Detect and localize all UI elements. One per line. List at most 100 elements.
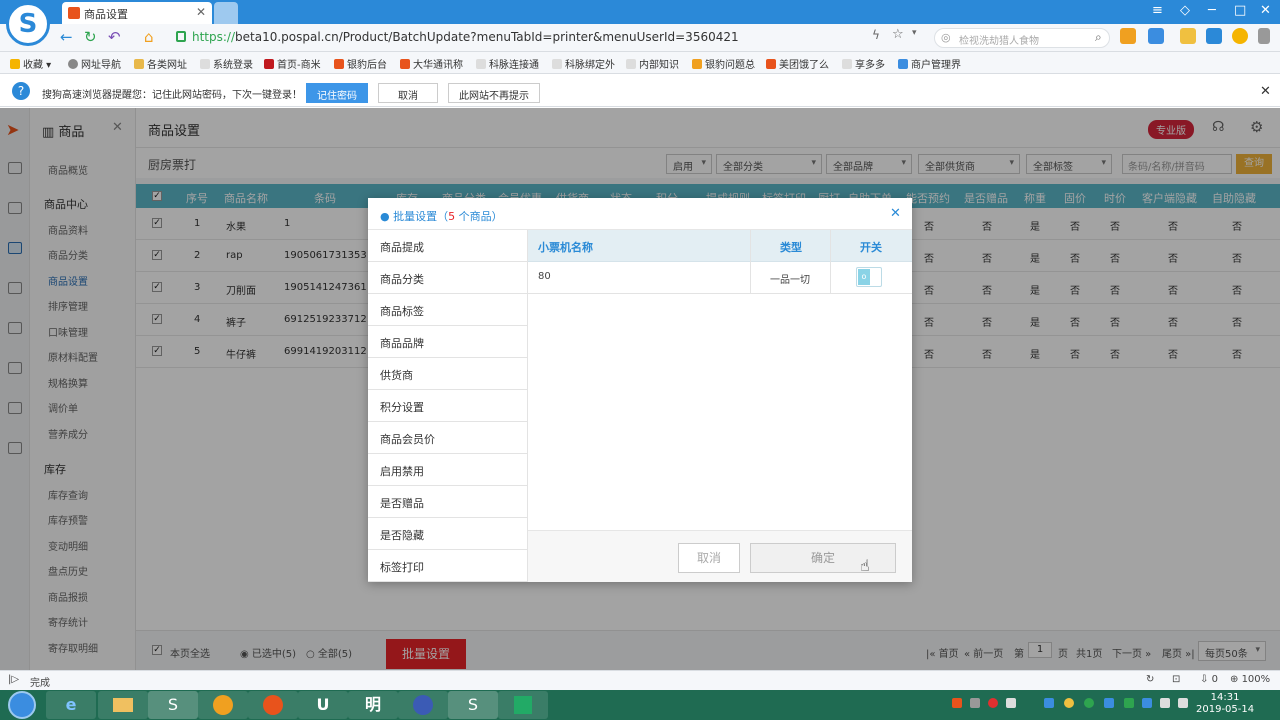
download-count: 0 [1211,674,1218,685]
bookmark-item[interactable]: 首页-商米 [264,56,321,71]
printer-switch-toggle[interactable]: o [856,267,882,287]
dialog-nav-points[interactable]: 积分设置 [368,390,528,422]
sidebar-toggle-icon[interactable]: |▷ [8,674,19,685]
network-tray-icon[interactable] [1178,698,1188,708]
remember-password-button[interactable]: 记住密码 [306,83,368,103]
nav-label: 是否隐藏 [380,529,424,542]
browser-tab-product-settings[interactable]: 商品设置 ✕ [62,2,212,24]
bookmark-item[interactable]: 科脉连接通 [476,56,539,71]
dialog-nav-commission[interactable]: 商品提成 [368,230,528,262]
bookmark-item[interactable]: 系统登录 [200,56,253,71]
bookmark-item[interactable]: 内部知识 [626,56,679,71]
app-tray-icon[interactable] [1064,698,1074,708]
undo-icon[interactable]: ↶ [108,28,121,46]
bookmark-item[interactable]: 网址导航 [68,56,121,71]
app-tray-icon[interactable] [1142,698,1152,708]
app-tray-icon[interactable] [1104,698,1114,708]
firefox-icon [263,695,283,715]
sogou-taskbar-icon-2[interactable]: S [448,691,498,719]
tab-close-icon[interactable]: ✕ [196,5,206,19]
nav-label: 标签打印 [380,561,424,574]
bookmark-item[interactable]: 科脉绑定外 [552,56,615,71]
ime-tray-icon[interactable] [970,698,980,708]
ming-app-taskbar-icon[interactable]: 明 [348,691,398,719]
key-icon[interactable] [1180,28,1196,44]
home-icon[interactable]: ⌂ [144,28,154,46]
u-app-taskbar-icon[interactable]: U [298,691,348,719]
dialog-nav-label-print[interactable]: 标签打印 [368,550,528,582]
sogou-browser-logo[interactable]: S [6,2,50,46]
app-taskbar-icon[interactable] [398,691,448,719]
maximize-icon[interactable]: □ [1234,3,1246,18]
close-window-icon[interactable]: ✕ [1260,3,1271,18]
confirm-button[interactable]: 确定 [750,543,896,573]
volume-tray-icon[interactable] [1006,698,1016,708]
bookmarks-bar: 收藏 ▾ 网址导航 各类网址 系统登录 首页-商米 银豹后台 大华通讯称 科脉连… [0,52,1280,74]
refresh-icon[interactable]: ↻ [84,28,97,46]
firefox-taskbar-icon[interactable] [248,691,298,719]
start-button[interactable] [8,691,36,719]
nav-label: 商品标签 [380,305,424,318]
app-tray-icon[interactable] [1124,698,1134,708]
terminal-taskbar-icon[interactable] [498,691,548,719]
bookmark-item[interactable]: 各类网址 [134,56,187,71]
dropdown-icon[interactable]: ▾ [912,28,917,38]
browser-search-box[interactable]: ◎ 检视洗劫猎人食物 ⌕ [934,28,1110,48]
scissors-icon[interactable] [1148,28,1164,44]
url-field[interactable]: https://beta10.pospal.cn/Product/BatchUp… [176,29,866,47]
folder-icon [113,698,133,712]
lightning-icon[interactable]: ϟ [872,28,880,42]
bookmark-item[interactable]: 大华通讯称 [400,56,463,71]
dialog-nav-brand[interactable]: 商品品牌 [368,326,528,358]
new-tab-button[interactable] [214,2,238,24]
dialog-nav-tag[interactable]: 商品标签 [368,294,528,326]
bookmark-favorites[interactable]: 收藏 ▾ [10,56,51,71]
status-text: 完成 [30,678,50,689]
favorite-star-icon[interactable]: ☆ [892,27,904,42]
lock-icon[interactable]: ⊡ [1172,674,1180,685]
speaker-tray-icon[interactable] [1160,698,1170,708]
dialog-close-icon[interactable]: ✕ [890,206,901,221]
close-prompt-icon[interactable]: ✕ [1260,84,1271,99]
cancel-button[interactable]: 取消 [678,543,740,573]
dialog-title-pre: 批量设置（ [393,210,449,223]
download-counter[interactable]: ⇩ 0 [1200,674,1218,685]
record-tray-icon[interactable] [988,698,998,708]
extension-icon[interactable] [1120,28,1136,44]
bookmark-item[interactable]: 银豹后台 [334,56,387,71]
rotate-icon[interactable]: ↻ [1146,674,1154,685]
dialog-nav-supplier[interactable]: 供货商 [368,358,528,390]
url-text: https://beta10.pospal.cn/Product/BatchUp… [192,30,739,44]
app-tray-icon[interactable] [1044,698,1054,708]
bookmark-item[interactable]: 银豹问题总 [692,56,755,71]
minimize-icon[interactable]: ─ [1208,3,1216,18]
wechat-tray-icon[interactable] [1084,698,1094,708]
dialog-nav-category[interactable]: 商品分类 [368,262,528,294]
back-icon[interactable]: ← [60,28,73,46]
dialog-nav-enable[interactable]: 启用禁用 [368,454,528,486]
sogou-taskbar-icon[interactable]: S [148,691,198,719]
emoji-icon[interactable] [1232,28,1248,44]
menu-icon[interactable]: ≡ [1152,3,1163,18]
taskbar-clock[interactable]: 14:31 2019-05-14 [1196,692,1254,716]
translate-icon[interactable] [1206,28,1222,44]
dialog-nav-gift[interactable]: 是否赠品 [368,486,528,518]
skin-icon[interactable]: ◇ [1180,3,1190,18]
never-prompt-button[interactable]: 此网站不再提示 [448,83,540,103]
explorer-taskbar-icon[interactable] [98,691,148,719]
bookmark-item[interactable]: 享多多 [842,56,885,71]
search-icon[interactable]: ⌕ [1095,30,1102,45]
password-cancel-button[interactable]: 取消 [378,83,438,103]
ie-taskbar-icon[interactable]: e [46,691,96,719]
more-icon[interactable] [1258,28,1270,44]
bookmark-label: 银豹后台 [347,60,387,71]
chrome-taskbar-icon[interactable] [198,691,248,719]
dialog-nav-member-price[interactable]: 商品会员价 [368,422,528,454]
bookmark-item[interactable]: 美团饿了么 [766,56,829,71]
batch-settings-dialog: ● 批量设置（5 个商品） ✕ 商品提成 商品分类 商品标签 商品品牌 供货商 … [368,198,912,582]
sogou-ime-tray-icon[interactable] [952,698,962,708]
bookmark-item[interactable]: 商户管理界 [898,56,961,71]
dialog-nav-hidden[interactable]: 是否隐藏 [368,518,528,550]
zoom-control[interactable]: ⊕ 100% [1230,674,1270,685]
clock-date: 2019-05-14 [1196,704,1255,715]
